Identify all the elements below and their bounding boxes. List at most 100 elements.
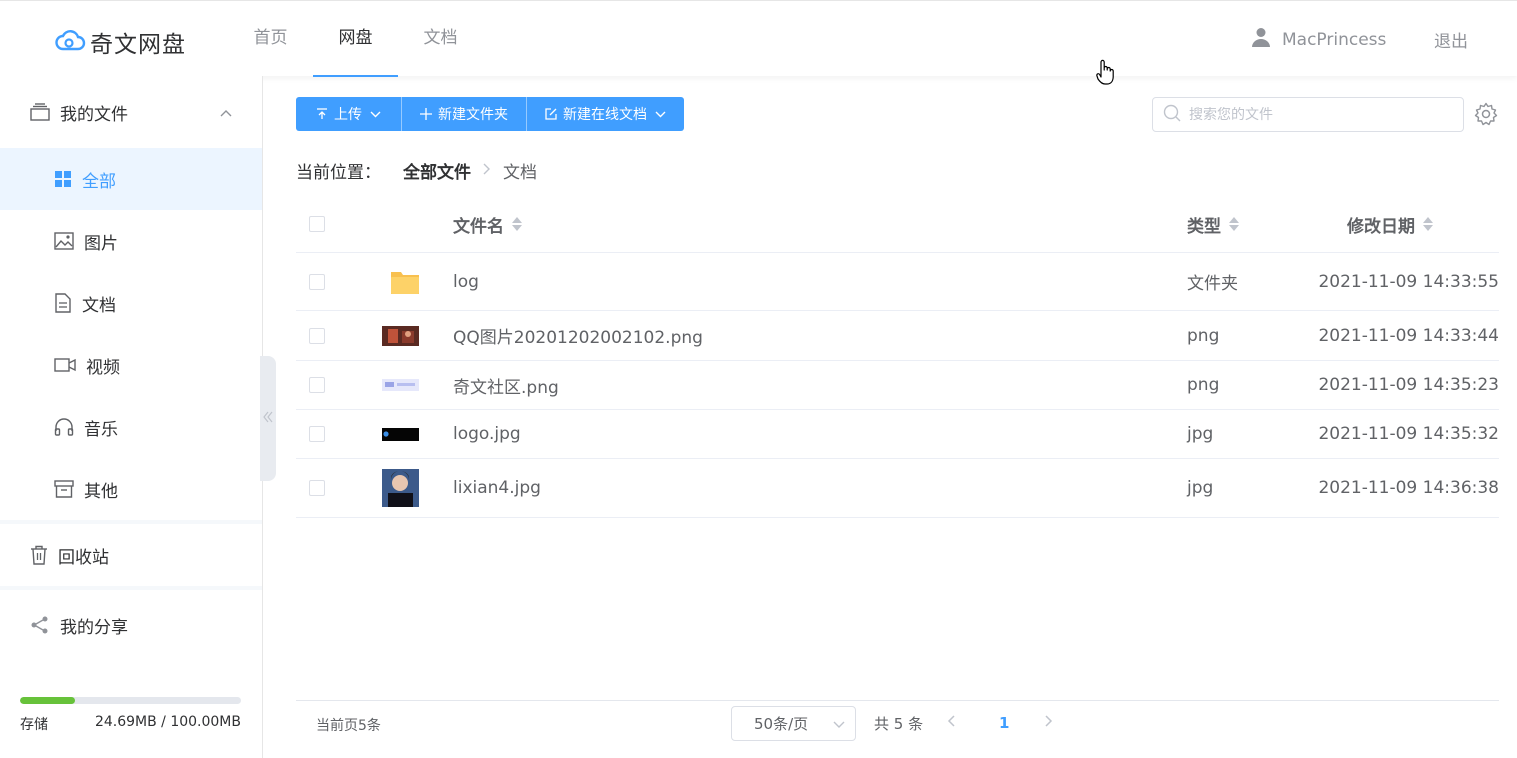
toolbar-button-group: 上传 新建文件夹 新建在线文档: [296, 97, 684, 131]
user-icon: [1252, 27, 1270, 52]
sidebar: 我的文件 全部 图片 文档 视频 音乐 其他 回收站 我的分享 存储 24.69…: [0, 76, 263, 758]
trash-icon: [30, 545, 48, 565]
archive-icon: [54, 480, 74, 498]
column-header-name[interactable]: 文件名: [453, 212, 1187, 237]
file-name[interactable]: logo.jpg: [453, 424, 1187, 444]
sidebar-item-label: 文档: [82, 295, 116, 316]
new-online-doc-button[interactable]: 新建在线文档: [527, 97, 684, 131]
row-checkbox[interactable]: [309, 273, 325, 290]
sidebar-item-recycle[interactable]: 回收站: [0, 524, 262, 586]
video-icon: [54, 357, 76, 373]
sort-icon[interactable]: [1229, 217, 1239, 231]
image-icon: [54, 232, 74, 250]
sidebar-item-music[interactable]: 音乐: [0, 396, 262, 458]
sort-icon[interactable]: [1423, 217, 1433, 231]
file-date: 2021-11-09 14:35:23: [1318, 375, 1499, 395]
chevron-down-icon: [833, 715, 845, 733]
logout-link[interactable]: 退出: [1434, 27, 1468, 52]
column-header-type[interactable]: 类型: [1187, 212, 1297, 237]
storage-usage: 存储 24.69MB / 100.00MB: [20, 697, 241, 734]
main-content: 上传 新建文件夹 新建在线文档 当前位置: [296, 76, 1499, 758]
gear-icon[interactable]: [1474, 102, 1498, 130]
nav-docs[interactable]: 文档: [398, 1, 483, 77]
file-date: 2021-11-09 14:36:38: [1318, 478, 1499, 498]
prev-page-button[interactable]: [947, 712, 955, 731]
breadcrumb-root[interactable]: 全部文件: [403, 158, 471, 183]
row-checkbox[interactable]: [309, 377, 325, 393]
file-type: png: [1187, 325, 1220, 346]
plus-icon: [420, 108, 432, 120]
breadcrumb-current: 文档: [503, 163, 537, 183]
column-header-date[interactable]: 修改日期: [1297, 212, 1499, 237]
grid-icon: [54, 170, 72, 188]
image-thumbnail: [382, 469, 453, 507]
cloud-icon: [54, 28, 86, 56]
next-page-button[interactable]: [1045, 712, 1053, 731]
sidebar-collapse-handle[interactable]: [260, 356, 276, 481]
sidebar-item-videos[interactable]: 视频: [0, 334, 262, 396]
storage-usage-text: 24.69MB / 100.00MB: [94, 714, 241, 730]
sort-icon[interactable]: [512, 217, 522, 231]
table-row[interactable]: 奇文社区.png png 2021-11-09 14:35:23: [296, 361, 1499, 410]
search-input[interactable]: [1189, 106, 1449, 123]
row-checkbox[interactable]: [309, 480, 325, 496]
page-number[interactable]: 1: [999, 714, 1009, 732]
table-row[interactable]: lixian4.jpg jpg 2021-11-09 14:36:38: [296, 459, 1499, 518]
user-menu[interactable]: MacPrincess: [1252, 27, 1386, 52]
select-all-checkbox[interactable]: [309, 216, 325, 232]
storage-label: 存储: [20, 717, 48, 733]
storage-progress-bar: [20, 697, 241, 704]
upload-button[interactable]: 上传: [296, 97, 402, 131]
chevron-down-icon: [655, 111, 666, 118]
table-row[interactable]: log 文件夹 2021-11-09 14:33:55: [296, 253, 1499, 311]
page-size-select[interactable]: 50条/页: [731, 706, 856, 741]
column-header-label: 类型: [1187, 216, 1221, 237]
share-icon: [30, 615, 50, 635]
file-type: jpg: [1187, 478, 1214, 498]
sidebar-item-all[interactable]: 全部: [0, 148, 262, 210]
file-name[interactable]: QQ图片20201202002102.png: [453, 323, 1187, 348]
sidebar-item-images[interactable]: 图片: [0, 210, 262, 272]
pagination: 当前页5条 50条/页 共 5 条 1: [296, 700, 1499, 744]
table-row[interactable]: logo.jpg jpg 2021-11-09 14:35:32: [296, 410, 1499, 459]
logo-text: 奇文网盘: [90, 32, 186, 58]
chevron-down-icon: [370, 111, 381, 118]
folder-icon: [382, 269, 453, 295]
document-icon: [54, 293, 72, 313]
total-count: 共 5 条: [874, 715, 924, 733]
sidebar-item-label: 音乐: [84, 419, 118, 440]
sidebar-item-share[interactable]: 我的分享: [0, 590, 262, 660]
sidebar-item-label: 全部: [82, 171, 116, 192]
image-thumbnail: [382, 424, 453, 444]
image-thumbnail: [382, 375, 453, 395]
page-info: 当前页5条: [316, 718, 381, 734]
sidebar-item-other[interactable]: 其他: [0, 458, 262, 520]
file-date: 2021-11-09 14:33:44: [1318, 325, 1499, 346]
file-name[interactable]: 奇文社区.png: [453, 373, 1187, 398]
new-folder-label: 新建文件夹: [438, 107, 508, 123]
chevron-up-icon: [220, 102, 232, 122]
app-logo[interactable]: 奇文网盘: [54, 25, 186, 59]
file-name[interactable]: log: [453, 272, 1187, 292]
sidebar-item-label: 我的分享: [60, 617, 128, 638]
breadcrumb: 当前位置： 全部文件 文档: [296, 158, 537, 183]
column-header-label: 文件名: [453, 216, 504, 237]
file-type: png: [1187, 375, 1220, 395]
file-table: 文件名 类型 修改日期 log 文件夹 2021-11-09 14:33:55: [296, 196, 1499, 518]
sidebar-item-label: 视频: [86, 357, 120, 378]
sidebar-group-my-files[interactable]: 我的文件: [0, 76, 262, 148]
row-checkbox[interactable]: [309, 426, 325, 442]
nav-home[interactable]: 首页: [228, 1, 313, 77]
row-checkbox[interactable]: [309, 327, 325, 344]
new-folder-button[interactable]: 新建文件夹: [402, 97, 527, 131]
chevron-right-icon: [483, 163, 491, 179]
storage-progress-fill: [20, 697, 75, 704]
column-header-label: 修改日期: [1347, 216, 1415, 237]
nav-netdisk[interactable]: 网盘: [313, 1, 398, 77]
hand-cursor-icon: [1096, 59, 1114, 89]
table-row[interactable]: QQ图片20201202002102.png png 2021-11-09 14…: [296, 311, 1499, 361]
user-name: MacPrincess: [1282, 29, 1387, 50]
table-header-row: 文件名 类型 修改日期: [296, 196, 1499, 253]
file-name[interactable]: lixian4.jpg: [453, 478, 1187, 498]
sidebar-item-documents[interactable]: 文档: [0, 272, 262, 334]
